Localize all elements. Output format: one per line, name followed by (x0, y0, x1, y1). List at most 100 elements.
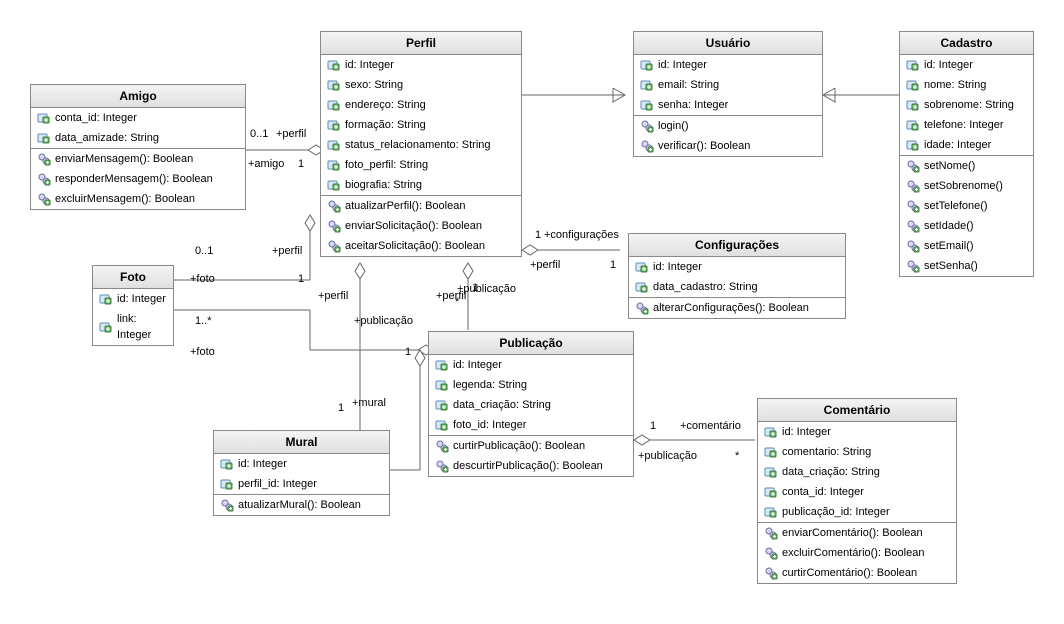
assoc-label: 1 (650, 420, 656, 432)
attribute-icon (220, 457, 234, 471)
attribute-row: link: Integer (93, 309, 173, 345)
class-cadastro: Cadastro id: Integernome: Stringsobrenom… (899, 31, 1034, 277)
attribute-row: legenda: String (429, 375, 633, 395)
attributes-section: id: Integer comentario: String data_criaçã… (758, 422, 956, 523)
attribute-icon (37, 131, 51, 145)
attribute-row: id: Integer (321, 55, 521, 75)
operation-icon (37, 152, 51, 166)
operation-label: enviarSolicitação(): Boolean (345, 218, 482, 234)
attribute-label: conta_id: Integer (55, 110, 137, 126)
attribute-label: id: Integer (782, 424, 831, 440)
operation-row: excluirComentário(): Boolean (758, 543, 956, 563)
operation-row: descurtirPublicação(): Boolean (429, 456, 633, 476)
operation-row: setEmail() (900, 236, 1033, 256)
class-title: Comentário (758, 399, 956, 422)
attribute-label: telefone: Integer (924, 117, 1004, 133)
attribute-label: id: Integer (453, 357, 502, 373)
attribute-icon (640, 58, 654, 72)
attribute-label: idade: Integer (924, 137, 991, 153)
operation-label: responderMensagem(): Boolean (55, 171, 213, 187)
operation-icon (37, 172, 51, 186)
attribute-label: data_criação: String (453, 397, 551, 413)
operation-icon (635, 301, 649, 315)
operation-row: aceitarSolicitação(): Boolean (321, 236, 521, 256)
attribute-icon (764, 465, 778, 479)
class-mural: Mural id: Integerperfil_id: Integer atua… (213, 430, 390, 516)
attribute-row: id: Integer (429, 355, 633, 375)
operation-icon (327, 219, 341, 233)
attribute-label: data_criação: String (782, 464, 880, 480)
operations-section: alterarConfigurações(): Boolean (629, 298, 845, 318)
attribute-icon (906, 78, 920, 92)
operation-label: enviarMensagem(): Boolean (55, 151, 193, 167)
attribute-label: id: Integer (653, 259, 702, 275)
operation-label: excluirMensagem(): Boolean (55, 191, 195, 207)
attribute-label: sexo: String (345, 77, 403, 93)
assoc-label: +configurações (544, 229, 619, 241)
operation-label: aceitarSolicitação(): Boolean (345, 238, 485, 254)
assoc-label: +foto (190, 346, 215, 358)
attribute-row: nome: String (900, 75, 1033, 95)
attribute-row: senha: Integer (634, 95, 822, 115)
operation-label: excluirComentário(): Boolean (782, 545, 924, 561)
attribute-row: telefone: Integer (900, 115, 1033, 135)
assoc-label: +perfil (276, 128, 306, 140)
attribute-label: nome: String (924, 77, 986, 93)
attribute-row: data_cadastro: String (629, 277, 845, 297)
class-configuracoes: Configurações id: Integerdata_cadastro: … (628, 233, 846, 319)
attribute-icon (327, 98, 341, 112)
operation-row: enviarSolicitação(): Boolean (321, 216, 521, 236)
attribute-icon (435, 358, 449, 372)
operation-icon (906, 239, 920, 253)
attributes-section: id: Integersexo: Stringendereço: Stringf… (321, 55, 521, 196)
operation-icon (906, 199, 920, 213)
attribute-icon (640, 78, 654, 92)
operation-label: atualizarMural(): Boolean (238, 497, 361, 513)
class-title: Perfil (321, 32, 521, 55)
assoc-label: 1 (298, 158, 304, 170)
attribute-row: id: Integer (214, 454, 389, 474)
attribute-icon (327, 138, 341, 152)
operation-row: atualizarMural(): Boolean (214, 495, 389, 515)
operation-icon (37, 192, 51, 206)
operation-icon (906, 259, 920, 273)
attribute-row: conta_id: Integer (31, 108, 245, 128)
class-title: Mural (214, 431, 389, 454)
assoc-label: +perfil (530, 259, 560, 271)
assoc-label: * (735, 450, 739, 462)
attribute-label: comentario: String (782, 444, 871, 460)
attributes-section: id: Integeremail: Stringsenha: Integer (634, 55, 822, 116)
operation-icon (435, 459, 449, 473)
operation-row: enviarMensagem(): Boolean (31, 149, 245, 169)
assoc-label: * (455, 296, 459, 308)
attribute-icon (327, 158, 341, 172)
attribute-label: foto_id: Integer (453, 417, 526, 433)
attribute-icon (37, 111, 51, 125)
operation-icon (327, 239, 341, 253)
attribute-icon (906, 98, 920, 112)
class-comentario: Comentário id: Integer comentario: String… (757, 398, 957, 584)
attribute-label: foto_perfil: String (345, 157, 428, 173)
operations-section: curtirPublicação(): BooleandescurtirPubl… (429, 436, 633, 476)
assoc-label: +perfil (318, 290, 348, 302)
attribute-row: sobrenome: String (900, 95, 1033, 115)
operation-row: setSenha() (900, 256, 1033, 276)
operation-row: excluirMensagem(): Boolean (31, 189, 245, 209)
operation-icon (220, 498, 234, 512)
operation-row: setIdade() (900, 216, 1033, 236)
attribute-label: id: Integer (238, 456, 287, 472)
operation-icon (906, 159, 920, 173)
attributes-section: conta_id: Integerdata_amizade: String (31, 108, 245, 149)
assoc-label: +perfil (272, 245, 302, 257)
attribute-icon (906, 58, 920, 72)
attribute-label: legenda: String (453, 377, 527, 393)
assoc-label: 0..1 (195, 245, 213, 257)
attribute-icon (99, 292, 113, 306)
operation-label: setEmail() (924, 238, 974, 254)
attribute-icon (435, 378, 449, 392)
class-amigo: Amigo conta_id: Integerdata_amizade: Str… (30, 84, 246, 210)
operation-icon (435, 439, 449, 453)
attribute-row: foto_id: Integer (429, 415, 633, 435)
attributes-section: id: Integer data_cadastro: String (629, 257, 845, 298)
attribute-icon (640, 98, 654, 112)
